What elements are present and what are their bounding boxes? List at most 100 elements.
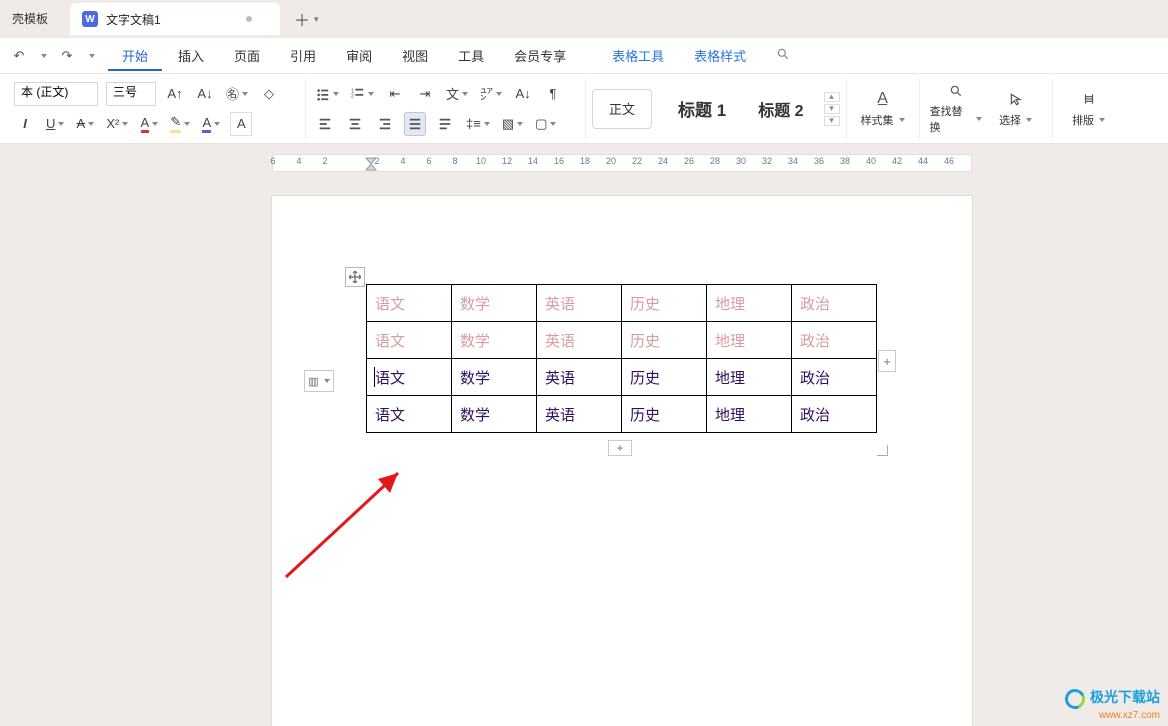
new-tab-button[interactable]: ＋ ▾ (294, 7, 319, 31)
font-size-select[interactable]: 三号 (106, 82, 156, 106)
table-cell[interactable]: 地理 (707, 322, 792, 359)
align-justify-button[interactable] (404, 112, 426, 136)
table-row[interactable]: 语文 数学 英语 历史 地理 政治 (367, 285, 877, 322)
menu-start[interactable]: 开始 (108, 40, 162, 71)
increase-font-button[interactable]: A↑ (164, 82, 186, 106)
text-direction-button[interactable]: 文 (444, 82, 470, 106)
undo-button[interactable]: ↶ (8, 45, 30, 67)
layout-label: 排版 (1072, 112, 1094, 128)
underline-button[interactable]: U (44, 112, 66, 136)
add-row-button[interactable]: + (608, 440, 632, 456)
indent-marker-left[interactable] (364, 152, 378, 174)
shading-button[interactable]: A (200, 112, 222, 136)
style-normal[interactable]: 正文 (592, 89, 652, 129)
styleset-button[interactable]: A̲ 样式集 (855, 85, 911, 132)
find-replace-button[interactable]: 查找替换 (928, 78, 984, 139)
clear-format-button[interactable]: ◇ (258, 82, 280, 106)
table-cell[interactable]: 政治 (792, 322, 877, 359)
table-cell[interactable]: 英语 (537, 322, 622, 359)
table-cell[interactable]: 地理 (707, 285, 792, 322)
template-tab[interactable]: 壳模板 (0, 3, 60, 35)
table-cell[interactable]: 语文 (367, 396, 452, 433)
borders-button[interactable]: ▢ (533, 112, 558, 136)
table-cell[interactable]: 政治 (792, 359, 877, 396)
sort-button[interactable]: A↓ (512, 82, 534, 106)
menu-insert[interactable]: 插入 (164, 40, 218, 71)
search-icon[interactable] (776, 47, 790, 64)
layout-button[interactable]: 排版 (1061, 85, 1117, 132)
quick-access-more[interactable] (80, 45, 102, 67)
menu-table-tools[interactable]: 表格工具 (598, 40, 678, 71)
ruler-tick: 16 (554, 156, 564, 166)
table-cell[interactable]: 数学 (452, 322, 537, 359)
bold-button[interactable]: I (14, 112, 36, 136)
table-cell[interactable]: 历史 (622, 396, 707, 433)
menu-page[interactable]: 页面 (220, 40, 274, 71)
chevron-up-icon[interactable]: ▴ (824, 92, 840, 102)
table-cell[interactable]: 地理 (707, 396, 792, 433)
style-expand-icon[interactable]: ▾ (824, 116, 840, 126)
table-cell[interactable]: 语文 (367, 285, 452, 322)
table-cell[interactable]: 历史 (622, 285, 707, 322)
align-center-button[interactable] (344, 112, 366, 136)
style-heading2[interactable]: 标题 2 (742, 85, 819, 133)
change-case-button[interactable]: ㊔ (224, 82, 250, 106)
table-row[interactable]: 语文 数学 英语 历史 地理 政治 (367, 396, 877, 433)
align-distribute-button[interactable] (434, 112, 456, 136)
table-cell[interactable]: 数学 (452, 285, 537, 322)
align-left-button[interactable] (314, 112, 336, 136)
menu-tools[interactable]: 工具 (444, 40, 498, 71)
document-tab[interactable]: W 文字文稿1 (70, 3, 280, 35)
table-cell[interactable]: 英语 (537, 285, 622, 322)
decrease-indent-button[interactable]: ⇤ (384, 82, 406, 106)
table-cell[interactable]: 历史 (622, 322, 707, 359)
character-border-button[interactable]: A (230, 112, 252, 136)
table-cell[interactable]: 历史 (622, 359, 707, 396)
table-move-handle[interactable] (345, 267, 365, 287)
align-right-button[interactable] (374, 112, 396, 136)
add-column-button[interactable]: + (878, 350, 896, 372)
ruler-tick: 38 (840, 156, 850, 166)
table-cell[interactable]: 数学 (452, 359, 537, 396)
decrease-font-button[interactable]: A↓ (194, 82, 216, 106)
horizontal-ruler[interactable]: 6422468101214161820222426283032343638404… (0, 154, 1168, 176)
undo-history-button[interactable] (32, 45, 54, 67)
phonetic-guide-button[interactable]: ㍐ (478, 82, 504, 106)
table-resize-handle[interactable] (874, 442, 888, 456)
document-canvas[interactable] (0, 176, 1168, 726)
menu-review[interactable]: 审阅 (332, 40, 386, 71)
table-cell[interactable]: 政治 (792, 396, 877, 433)
menu-view[interactable]: 视图 (388, 40, 442, 71)
menu-table-style[interactable]: 表格样式 (680, 40, 760, 71)
document-page[interactable] (272, 196, 972, 726)
menu-reference[interactable]: 引用 (276, 40, 330, 71)
font-family-select[interactable]: 本 (正文) (14, 82, 98, 106)
superscript-button[interactable]: X² (104, 112, 130, 136)
table-row[interactable]: 语文 数学 英语 历史 地理 政治 (367, 359, 877, 396)
show-marks-button[interactable]: ¶ (542, 82, 564, 106)
menu-member[interactable]: 会员专享 (500, 40, 580, 71)
document-table[interactable]: 语文 数学 英语 历史 地理 政治 语文 数学 英语 历史 地理 政治 语文 数… (366, 284, 877, 433)
style-heading1[interactable]: 标题 1 (662, 85, 742, 133)
style-scroll-buttons[interactable]: ▴ ▾ ▾ (824, 92, 840, 126)
increase-indent-button[interactable]: ⇥ (414, 82, 436, 106)
bullets-button[interactable] (314, 82, 341, 106)
table-row[interactable]: 语文 数学 英语 历史 地理 政治 (367, 322, 877, 359)
chevron-down-icon[interactable]: ▾ (824, 104, 840, 114)
table-options-button[interactable]: ▥ (304, 370, 334, 392)
table-cell[interactable]: 英语 (537, 359, 622, 396)
table-cell[interactable]: 语文 (367, 322, 452, 359)
table-cell[interactable]: 英语 (537, 396, 622, 433)
table-cell[interactable]: 政治 (792, 285, 877, 322)
select-button[interactable]: 选择 (988, 78, 1044, 139)
strike-button[interactable]: A (74, 112, 96, 136)
line-spacing-button[interactable]: ‡≡ (464, 112, 492, 136)
para-shading-button[interactable]: ▧ (500, 112, 525, 136)
table-cell-active[interactable]: 语文 (367, 359, 452, 396)
redo-button[interactable]: ↷ (56, 45, 78, 67)
table-cell[interactable]: 地理 (707, 359, 792, 396)
font-color-button[interactable]: A (138, 112, 160, 136)
table-cell[interactable]: 数学 (452, 396, 537, 433)
highlight-button[interactable]: ✎ (168, 112, 192, 136)
numbering-button[interactable]: 12 (349, 82, 376, 106)
